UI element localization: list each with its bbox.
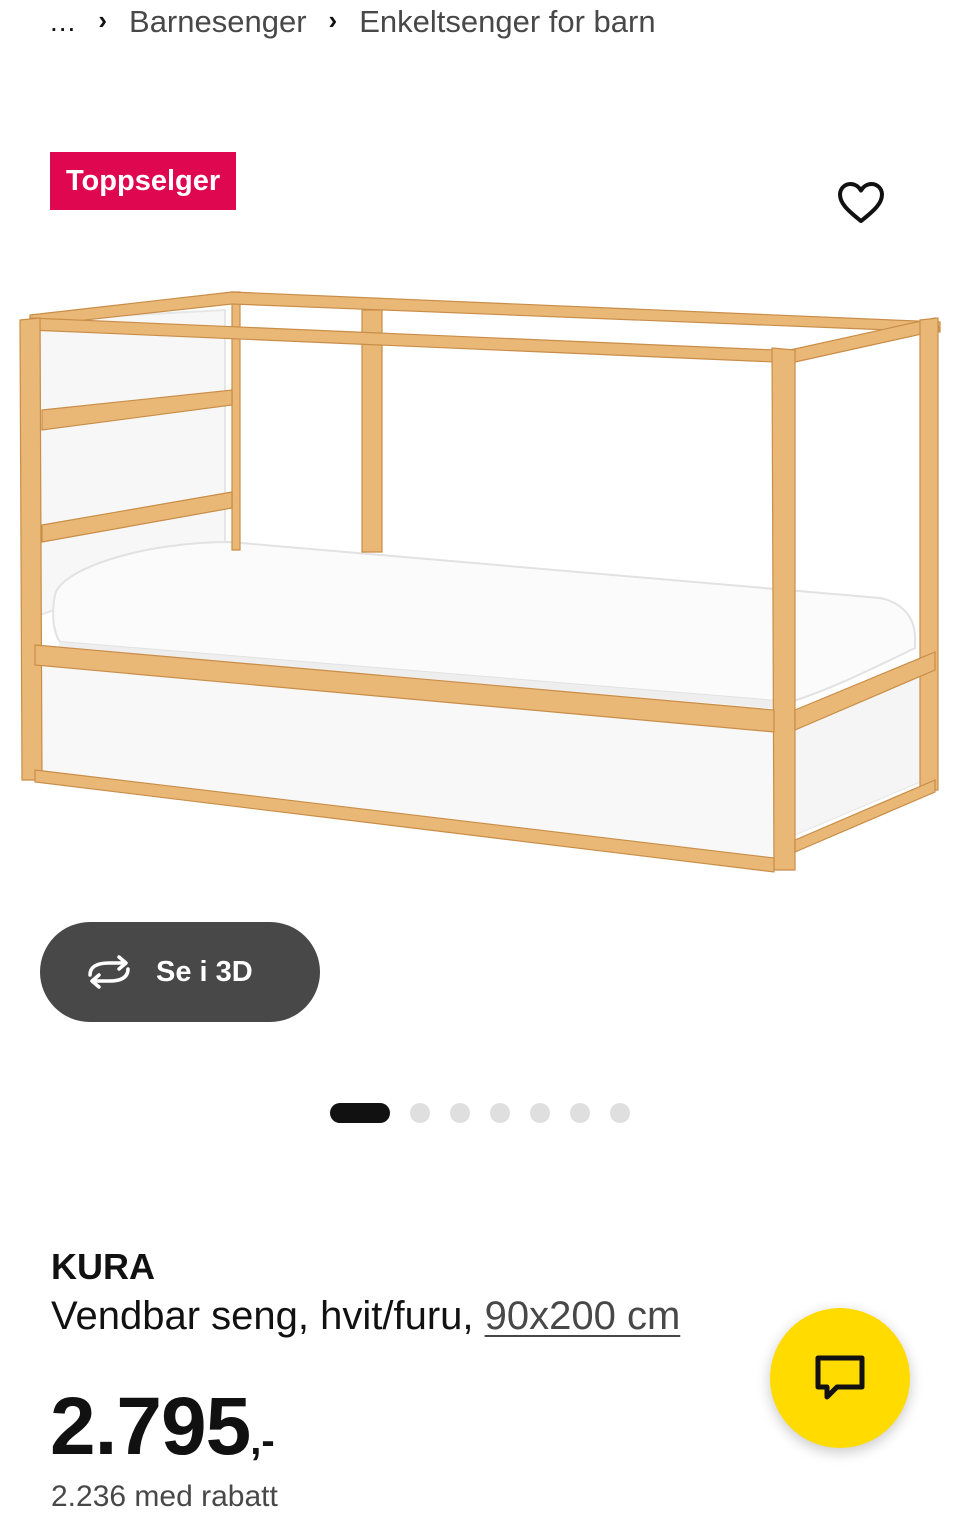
rotate-3d-icon	[88, 955, 130, 989]
top-seller-badge: Toppselger	[50, 152, 237, 210]
carousel-dot[interactable]	[530, 1103, 550, 1123]
favorite-button[interactable]	[832, 174, 890, 232]
product-description-text: Vendbar seng, hvit/furu,	[51, 1294, 474, 1338]
chevron-right-icon: ›	[98, 4, 108, 35]
breadcrumb-item-barnesenger[interactable]: Barnesenger	[129, 4, 307, 40]
product-size-link[interactable]: 90x200 cm	[485, 1294, 681, 1338]
product-name: KURA	[51, 1246, 155, 1287]
carousel-dot[interactable]	[330, 1103, 390, 1123]
chevron-right-icon: ›	[328, 4, 338, 35]
product-description: Vendbar seng, hvit/furu, 90x200 cm	[51, 1294, 680, 1339]
carousel-dot[interactable]	[450, 1103, 470, 1123]
price-amount: 2.795	[50, 1381, 251, 1472]
view-3d-button[interactable]: Se i 3D	[40, 922, 320, 1022]
carousel-dot[interactable]	[610, 1103, 630, 1123]
chat-bubble-icon	[815, 1355, 865, 1400]
view-3d-label: Se i 3D	[156, 955, 253, 988]
carousel-indicator	[330, 1103, 630, 1123]
heart-outline-icon	[838, 182, 884, 223]
breadcrumb-item-enkeltsenger[interactable]: Enkeltsenger for barn	[359, 4, 655, 40]
chat-button[interactable]	[770, 1308, 910, 1448]
price-suffix: ,-	[250, 1419, 275, 1463]
product-image-bed	[19, 291, 941, 873]
carousel-dot[interactable]	[570, 1103, 590, 1123]
carousel-dot[interactable]	[410, 1103, 430, 1123]
breadcrumb-ellipsis[interactable]: ...	[50, 6, 76, 38]
breadcrumb: ... › Barnesenger › Enkeltsenger for bar…	[50, 0, 656, 44]
sub-price-text: 2.236 med rabatt	[51, 1480, 278, 1513]
carousel-dot[interactable]	[490, 1103, 510, 1123]
product-price: 2.795 ,-	[50, 1380, 275, 1474]
